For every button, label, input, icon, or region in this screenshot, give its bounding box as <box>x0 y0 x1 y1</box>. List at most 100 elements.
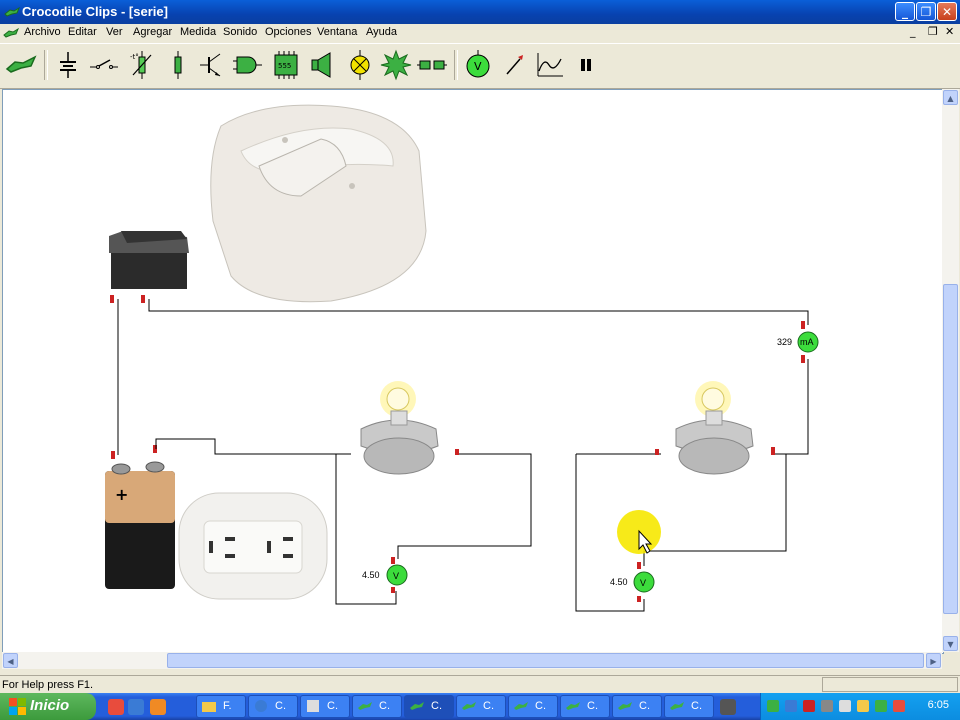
graph-icon <box>537 53 563 77</box>
ammeter[interactable]: mA 329 <box>777 321 819 363</box>
circuit-canvas[interactable]: + mA 329 V 4.50 V 4.50 <box>2 89 944 654</box>
mdi-close-button[interactable]: ✕ <box>945 25 954 38</box>
start-label: Inicio <box>30 697 70 714</box>
voltmeter-tool-button[interactable]: V <box>462 49 494 81</box>
terminal[interactable] <box>455 449 459 455</box>
restore-button[interactable]: ❐ <box>916 2 936 21</box>
firefox-icon[interactable] <box>150 699 166 715</box>
ie-icon[interactable] <box>128 699 144 715</box>
menu-medida[interactable]: Medida <box>180 26 216 38</box>
menu-archivo[interactable]: Archivo <box>24 26 61 38</box>
bulb-left[interactable] <box>360 381 459 475</box>
ic-555-tool-button[interactable]: 555 <box>270 49 302 81</box>
horizontal-scroll-thumb[interactable] <box>167 653 924 668</box>
scroll-right-button[interactable]: ▶ <box>926 653 941 668</box>
menu-agregar[interactable]: Agregar <box>133 26 172 38</box>
battery[interactable]: + <box>105 445 175 589</box>
voltmeter-right-unit: V <box>640 578 646 588</box>
voltmeter-right[interactable]: V 4.50 <box>610 562 655 602</box>
menu-ventana[interactable]: Ventana <box>317 26 357 38</box>
menu-ayuda[interactable]: Ayuda <box>366 26 397 38</box>
chrome-icon[interactable] <box>108 699 124 715</box>
close-button[interactable]: ✕ <box>937 2 957 21</box>
voltmeter-icon: V <box>466 50 490 78</box>
vertical-scrollbar[interactable]: ▲ ▼ <box>942 89 959 652</box>
ie-icon <box>255 700 267 712</box>
horizontal-scrollbar[interactable]: ◀ ▶ <box>2 652 942 669</box>
taskbar-item[interactable]: F. <box>196 695 246 718</box>
voltmeter-left[interactable]: V 4.50 <box>362 557 408 593</box>
document-icon <box>307 700 319 712</box>
battery-tool-button[interactable] <box>52 49 84 81</box>
taskbar-item[interactable]: C. <box>664 695 714 718</box>
crocodile-icon <box>618 702 632 710</box>
taskbar-item-active[interactable]: C. <box>404 695 454 718</box>
keyboard-icon[interactable] <box>720 699 736 715</box>
tray-app-icon[interactable] <box>767 700 779 712</box>
mdi-restore-button[interactable]: ❐ <box>928 25 938 38</box>
svg-text:-t°: -t° <box>130 53 139 61</box>
menu-editar[interactable]: Editar <box>68 26 97 38</box>
taskbar-item[interactable]: C. <box>612 695 662 718</box>
antivirus-icon[interactable] <box>803 700 815 712</box>
rocker-switch[interactable] <box>109 231 189 303</box>
document-icon[interactable] <box>3 26 19 40</box>
bluetooth-icon[interactable] <box>785 700 797 712</box>
terminal[interactable] <box>655 449 659 455</box>
status-panel <box>822 677 958 692</box>
mdi-minimize-button[interactable]: _ <box>910 25 916 38</box>
logic-gate-tool-button[interactable] <box>232 49 264 81</box>
lamp-tool-button[interactable] <box>344 49 376 81</box>
scroll-left-button[interactable]: ◀ <box>3 653 18 668</box>
pause-tool-button[interactable] <box>570 49 602 81</box>
terminal[interactable] <box>771 447 775 455</box>
lamp-icon <box>350 50 370 80</box>
taskbar-item[interactable]: C. <box>508 695 558 718</box>
crocodile-logo-button[interactable] <box>5 49 37 81</box>
tray-utility-icon[interactable] <box>875 700 887 712</box>
switch-tool-button[interactable] <box>88 49 120 81</box>
burst-icon <box>380 49 412 81</box>
pause-icon <box>581 59 591 71</box>
probe-tool-button[interactable] <box>498 49 530 81</box>
windows-logo-icon <box>9 698 26 715</box>
taskbar-item[interactable]: C. <box>248 695 298 718</box>
start-button[interactable]: Inicio <box>0 693 96 720</box>
graph-tool-button[interactable] <box>534 49 566 81</box>
resistor-tool-button[interactable] <box>162 49 194 81</box>
taskbar-item[interactable]: C. <box>352 695 402 718</box>
voltmeter-left-reading: 4.50 <box>362 570 380 580</box>
crocodile-icon <box>358 702 372 710</box>
taskbar: Inicio F. C. C. C. C. C. C. C. C. C. 6:0… <box>0 693 960 720</box>
connector-icon <box>417 60 447 70</box>
menu-ver[interactable]: Ver <box>106 26 123 38</box>
menu-opciones[interactable]: Opciones <box>265 26 311 38</box>
menu-sonido[interactable]: Sonido <box>223 26 257 38</box>
taskbar-item[interactable]: C. <box>560 695 610 718</box>
clock[interactable]: 6:05 <box>928 699 949 711</box>
vertical-scroll-thumb[interactable] <box>943 284 958 614</box>
transistor-tool-button[interactable] <box>196 49 228 81</box>
ic-555-icon: 555 <box>274 51 298 79</box>
tray-security-icon[interactable] <box>893 700 905 712</box>
bulb-right[interactable] <box>655 381 775 475</box>
scroll-up-button[interactable]: ▲ <box>943 90 958 105</box>
taskbar-item[interactable]: C. <box>456 695 506 718</box>
terminal[interactable] <box>111 451 115 459</box>
status-bar: For Help press F1. <box>0 675 960 694</box>
ic-555-label: 555 <box>278 62 291 70</box>
volume-icon[interactable] <box>839 700 851 712</box>
taskbar-item[interactable]: C. <box>300 695 350 718</box>
burst-tool-button[interactable] <box>380 49 412 81</box>
terminal[interactable] <box>141 295 145 303</box>
battery-component-icon <box>60 52 76 78</box>
minimize-button[interactable]: _ <box>895 2 915 21</box>
variable-resistor-tool-button[interactable]: -t° <box>126 49 158 81</box>
scroll-down-button[interactable]: ▼ <box>943 636 958 651</box>
network-icon[interactable] <box>821 700 833 712</box>
connector-tool-button[interactable] <box>416 49 448 81</box>
terminal[interactable] <box>110 295 114 303</box>
speaker-tool-button[interactable] <box>306 49 338 81</box>
crocodile-logo-icon <box>5 55 37 73</box>
tray-update-icon[interactable] <box>857 700 869 712</box>
